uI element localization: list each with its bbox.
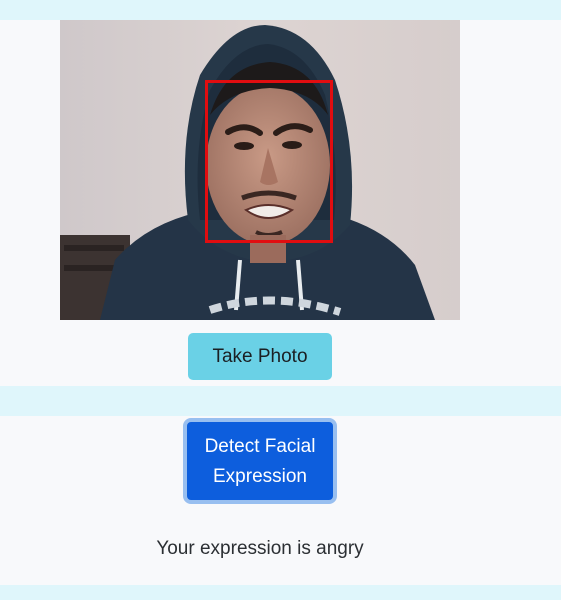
expression-result-text: Your expression is angry — [156, 538, 364, 559]
bottom-band — [0, 585, 561, 600]
camera-photo — [60, 20, 460, 320]
face-detection-box — [205, 80, 333, 243]
middle-band — [0, 386, 561, 416]
detect-expression-button[interactable]: Detect Facial Expression — [183, 418, 337, 504]
top-band — [0, 0, 561, 20]
take-photo-button[interactable]: Take Photo — [188, 333, 332, 380]
